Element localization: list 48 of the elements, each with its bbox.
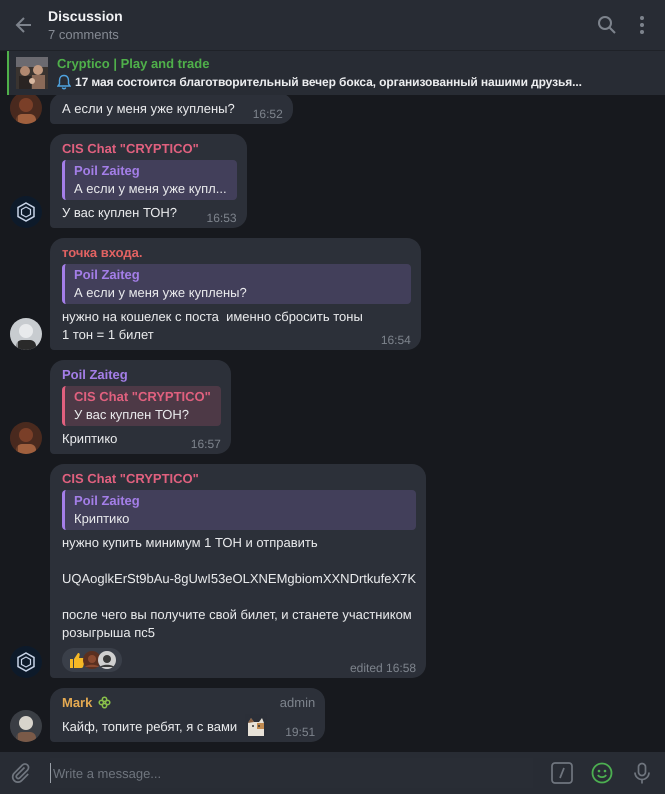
quoted-sender: CIS Chat "CRYPTICO" <box>74 389 211 404</box>
timestamp: edited 16:58 <box>348 661 416 675</box>
paperclip-icon[interactable] <box>10 762 32 784</box>
message-input[interactable]: Write a message... <box>50 763 533 783</box>
quoted-text: Криптико <box>74 511 130 526</box>
message-text: Криптико <box>62 430 118 448</box>
quoted-sender: Poil Zaiteg <box>74 163 141 178</box>
channel-name: Cryptico | Play and trade <box>57 56 210 71</box>
message-text: Кайф, топите ребят, я с вами <box>62 718 238 736</box>
timestamp: 16:57 <box>190 437 221 451</box>
more-icon[interactable] <box>639 15 645 35</box>
quoted-text: А если у меня уже куплены? <box>74 285 248 300</box>
bell-icon <box>57 74 71 90</box>
timestamp: 16:53 <box>206 211 237 225</box>
message-text: нужно на кошелек с поста именно сбросить тоны 1 тон = 1 билет <box>62 308 363 344</box>
timestamp: 19:51 <box>284 725 316 739</box>
back-arrow-icon[interactable] <box>14 15 34 35</box>
search-icon[interactable] <box>597 15 617 35</box>
slash-command-icon[interactable] <box>551 762 573 784</box>
admin-label: admin <box>278 695 316 710</box>
quoted-text: У вас куплен ТОН? <box>74 407 190 422</box>
sender-name[interactable]: CIS Chat "CRYPTICO" <box>62 471 199 486</box>
sender-name[interactable]: CIS Chat "CRYPTICO" <box>62 141 199 156</box>
chat-title: Discussion <box>48 8 124 24</box>
reply-quote[interactable]: Poil Zaiteg А если у меня уже купл... <box>62 160 237 200</box>
sender-name[interactable]: Poil Zaiteg <box>62 367 128 382</box>
reply-quote[interactable]: Poil Zaiteg Криптико <box>62 490 416 530</box>
sender-name[interactable]: Mark <box>62 695 92 710</box>
logo-icon[interactable] <box>10 646 42 678</box>
quoted-sender: Poil Zaiteg <box>74 493 141 508</box>
pinned-text: 17 мая состоится благотворительный вечер бокса, организованный нашими друзья... <box>75 75 582 89</box>
quoted-sender: Poil Zaiteg <box>74 267 141 282</box>
reply-quote[interactable]: Poil Zaiteg А если у меня уже куплены? <box>62 264 411 304</box>
timestamp: 16:52 <box>252 107 283 121</box>
reply-quote[interactable]: CIS Chat "CRYPTICO" У вас куплен ТОН? <box>62 386 221 426</box>
message-text: У вас куплен ТОН? <box>62 204 178 222</box>
quoted-text: А если у меня уже купл... <box>74 181 227 196</box>
comment-count: 7 comments <box>48 27 120 42</box>
logo-icon[interactable] <box>10 196 42 228</box>
timestamp: 16:54 <box>380 333 411 347</box>
reaction-chip[interactable] <box>62 648 122 672</box>
pinned-message-bar[interactable]: Cryptico | Play and trade 17 мая состоится благотворительный вечер бокса, организованный нашими друзья... <box>7 51 665 95</box>
microphone-icon[interactable] <box>631 762 653 784</box>
thumbs-up-icon <box>68 651 86 669</box>
message-text: нужно купить минимум 1 ТОН и отправить UQAoglkErSt9bAu-8gUwI53eOLXNEMgbiomXXNDrtkufeX7K после чего вы получите свой билет, и станете участником розыгрыша пс5 <box>62 534 416 642</box>
message-text: А если у меня уже куплены? <box>62 100 235 118</box>
sender-name[interactable]: точка входа. <box>62 245 142 260</box>
emoji-icon[interactable] <box>591 762 613 784</box>
